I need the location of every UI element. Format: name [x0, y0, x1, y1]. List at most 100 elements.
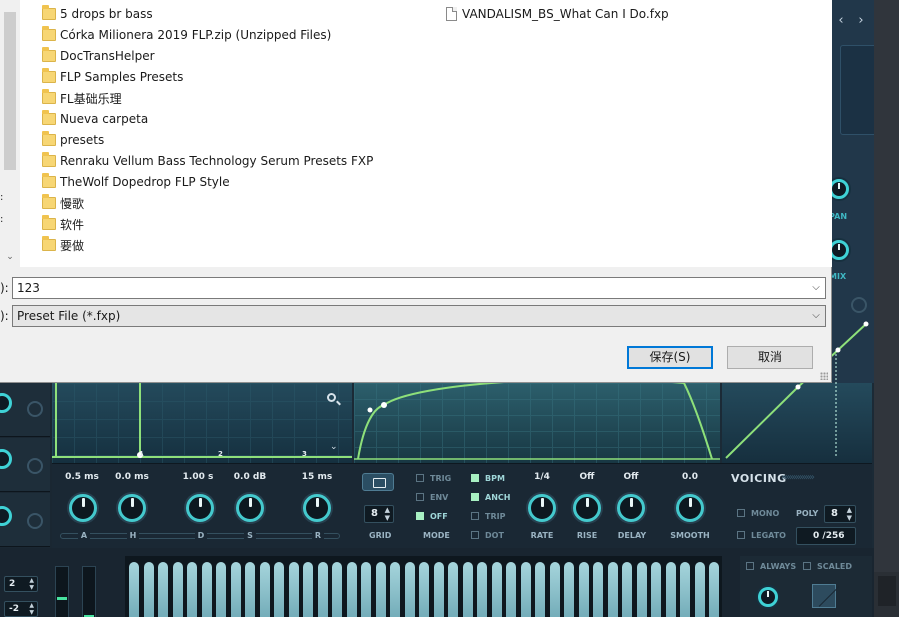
piano-key[interactable]: [578, 562, 589, 617]
piano-key[interactable]: [216, 562, 226, 617]
chevron-right-icon[interactable]: ›: [852, 12, 870, 30]
piano-key[interactable]: [274, 562, 284, 617]
mono-checkbox[interactable]: [737, 509, 745, 517]
piano-key[interactable]: [506, 562, 516, 617]
mono-option[interactable]: MONO: [737, 509, 779, 518]
piano-key[interactable]: [564, 562, 574, 617]
piano-key[interactable]: [259, 562, 270, 617]
piano-key[interactable]: [317, 562, 328, 617]
piano-key[interactable]: [607, 562, 618, 617]
folder-item[interactable]: Renraku Vellum Bass Technology Serum Pre…: [42, 151, 373, 171]
search-icon[interactable]: [326, 392, 342, 408]
smooth-knob[interactable]: [676, 494, 704, 522]
chevron-down-icon[interactable]: ⌵: [809, 306, 823, 326]
curve-icon[interactable]: [812, 584, 840, 608]
folder-item[interactable]: Córka Milionera 2019 FLP.zip (Unzipped F…: [42, 25, 331, 45]
file-item[interactable]: VANDALISM_BS_What Can I Do.fxp: [446, 4, 669, 24]
file-list[interactable]: ⌄ : : 5 drops br bass Córka Milionera 201…: [0, 0, 832, 267]
decay-knob[interactable]: [186, 494, 214, 522]
piano-key[interactable]: [636, 562, 647, 617]
off-checkbox[interactable]: [416, 512, 424, 520]
mix-knob[interactable]: [829, 240, 849, 260]
bpm-checkbox[interactable]: [471, 474, 479, 482]
scaled-option[interactable]: SCALED: [803, 562, 852, 571]
piano-key[interactable]: [549, 562, 560, 617]
off-option[interactable]: OFF: [416, 512, 448, 521]
piano-key[interactable]: [665, 562, 676, 617]
filetype-select[interactable]: Preset File (*.fxp) ⌵: [12, 305, 826, 327]
pitch-down-stepper[interactable]: -2 ▲ ▼: [4, 601, 38, 617]
delay-knob[interactable]: [617, 494, 645, 522]
mod-wheel[interactable]: [82, 566, 96, 617]
chevron-down-icon[interactable]: ⌄: [330, 442, 338, 452]
piano-key[interactable]: [375, 562, 386, 617]
piano-key[interactable]: [361, 562, 371, 617]
folder-item[interactable]: 要做: [42, 235, 84, 255]
rise-knob[interactable]: [573, 494, 601, 522]
cancel-button[interactable]: 取消: [727, 346, 813, 369]
piano-key[interactable]: [390, 562, 400, 617]
piano-key[interactable]: [230, 562, 241, 617]
always-checkbox[interactable]: [746, 562, 754, 570]
piano-key[interactable]: [520, 562, 531, 617]
piano-key[interactable]: [491, 562, 502, 617]
piano-key[interactable]: [462, 562, 473, 617]
anch-option[interactable]: ANCH: [471, 493, 510, 502]
piano-key[interactable]: [172, 562, 183, 617]
piano-key[interactable]: [245, 562, 255, 617]
piano-key[interactable]: [419, 562, 429, 617]
scroll-down-icon[interactable]: ⌄: [4, 251, 16, 263]
piano-key[interactable]: [694, 562, 705, 617]
chevron-left-icon[interactable]: ‹: [832, 12, 850, 30]
folder-item[interactable]: FLP Samples Presets: [42, 67, 183, 87]
poly-stepper[interactable]: 8 ▲ ▼: [824, 505, 856, 523]
piano-key[interactable]: [709, 562, 719, 617]
always-option[interactable]: ALWAYS: [746, 562, 796, 571]
legato-option[interactable]: LEGATO: [737, 531, 786, 540]
folder-item[interactable]: presets: [42, 130, 104, 150]
folder-item[interactable]: 软件: [42, 214, 84, 234]
piano-key[interactable]: [680, 562, 690, 617]
env-option[interactable]: ENV: [416, 493, 448, 502]
hold-knob[interactable]: [118, 494, 146, 522]
piano-key[interactable]: [448, 562, 458, 617]
pitch-wheel[interactable]: [55, 566, 69, 617]
lfo-grid-stepper[interactable]: 8 ▲ ▼: [364, 505, 394, 523]
folder-item[interactable]: FL基础乐理: [42, 88, 122, 108]
scrollbar-thumb[interactable]: [4, 12, 16, 170]
folder-item[interactable]: 5 drops br bass: [42, 4, 153, 24]
trig-option[interactable]: TRIG: [416, 474, 451, 483]
piano-key[interactable]: [201, 562, 212, 617]
env-checkbox[interactable]: [416, 493, 424, 501]
anch-checkbox[interactable]: [471, 493, 479, 501]
piano-key[interactable]: [158, 562, 168, 617]
dot-option[interactable]: DOT: [471, 531, 504, 540]
piano-key[interactable]: [346, 562, 357, 617]
piano-key[interactable]: [187, 562, 197, 617]
resize-grip-icon[interactable]: [820, 372, 828, 380]
piano-key[interactable]: [622, 562, 632, 617]
piano-key[interactable]: [404, 562, 415, 617]
piano-key[interactable]: [535, 562, 545, 617]
bpm-option[interactable]: BPM: [471, 474, 505, 483]
folder-item[interactable]: DocTransHelper: [42, 46, 155, 66]
dot-checkbox[interactable]: [471, 531, 479, 539]
piano-key[interactable]: [303, 562, 313, 617]
filename-input[interactable]: 123 ⌵: [12, 277, 826, 299]
folder-icon[interactable]: [362, 473, 394, 491]
rate-knob[interactable]: [528, 494, 556, 522]
attack-knob[interactable]: [69, 494, 97, 522]
save-button[interactable]: 保存(S): [627, 346, 713, 369]
piano-key[interactable]: [477, 562, 487, 617]
trig-checkbox[interactable]: [416, 474, 424, 482]
trip-checkbox[interactable]: [471, 512, 479, 520]
piano-key[interactable]: [651, 562, 661, 617]
piano-key[interactable]: [433, 562, 444, 617]
folder-item[interactable]: TheWolf Dopedrop FLP Style: [42, 172, 230, 192]
folder-item[interactable]: Nueva carpeta: [42, 109, 148, 129]
sustain-knob[interactable]: [236, 494, 264, 522]
trip-option[interactable]: TRIP: [471, 512, 505, 521]
pan-knob[interactable]: [829, 179, 849, 199]
chevron-down-icon[interactable]: ⌵: [809, 278, 823, 298]
piano-key[interactable]: [143, 562, 154, 617]
